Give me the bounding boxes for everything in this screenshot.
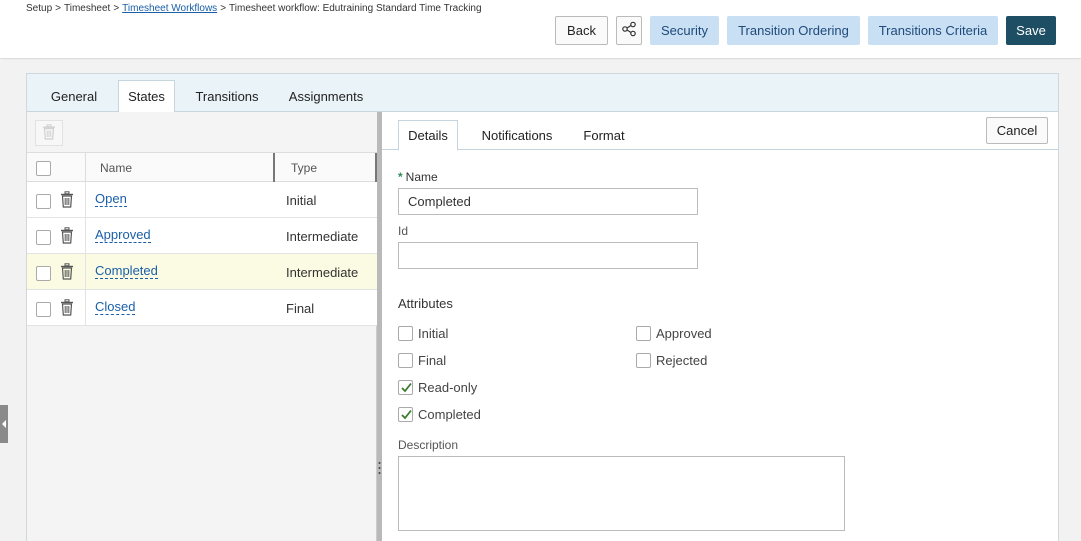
attribute-initial[interactable]: Initial: [398, 326, 448, 341]
row-checkbox[interactable]: [36, 230, 51, 245]
attributes-heading: Attributes: [398, 296, 453, 311]
name-label-text: Name: [405, 170, 438, 184]
back-button[interactable]: Back: [555, 16, 608, 45]
attribute-read-only[interactable]: Read-only: [398, 380, 477, 395]
row-checkbox[interactable]: [36, 302, 51, 317]
delete-selected-button[interactable]: [35, 120, 63, 146]
top-bar: Setup > Timesheet > Timesheet Workflows > Time…: [0, 0, 1081, 59]
breadcrumb-separator: >: [55, 3, 61, 14]
state-details-pane: Details Notifications Format Cancel * Nam…: [382, 112, 1058, 541]
state-name-link[interactable]: Open: [95, 191, 127, 207]
tab-details[interactable]: Details: [398, 120, 458, 151]
column-resize-handle[interactable]: [273, 153, 275, 182]
table-row[interactable]: Open Initial: [27, 182, 377, 218]
tab-format[interactable]: Format: [576, 120, 632, 150]
column-divider: [85, 290, 86, 325]
trash-icon[interactable]: [60, 299, 74, 319]
rejected-checkbox[interactable]: [636, 353, 651, 368]
id-field[interactable]: [398, 242, 698, 269]
column-header-type[interactable]: Type: [291, 161, 317, 175]
required-marker: *: [398, 170, 403, 184]
table-row-selected[interactable]: Completed Intermediate: [27, 254, 377, 290]
workflow-panel: General States Transitions Assignments N…: [26, 73, 1059, 541]
tab-states[interactable]: States: [118, 80, 175, 113]
breadcrumb: Setup > Timesheet > Timesheet Workflows > Time…: [26, 3, 482, 14]
breadcrumb-separator: >: [220, 3, 227, 14]
state-type: Intermediate: [286, 265, 359, 280]
completed-label: Completed: [418, 407, 481, 422]
trash-icon: [42, 123, 56, 143]
main-tabs: General States Transitions Assignments: [27, 74, 1058, 113]
security-button[interactable]: Security: [650, 16, 719, 45]
share-icon: [621, 21, 637, 40]
states-list-pane: Name Type Open Initial Approved Intermed…: [27, 112, 377, 541]
final-checkbox[interactable]: [398, 353, 413, 368]
rejected-label: Rejected: [656, 353, 708, 368]
state-type: Initial: [286, 193, 317, 208]
table-row[interactable]: Closed Final: [27, 290, 377, 326]
description-textarea[interactable]: [398, 456, 845, 531]
completed-checkbox[interactable]: [398, 407, 413, 422]
states-grid: Name Type Open Initial Approved Intermed…: [27, 152, 377, 326]
column-divider: [85, 218, 86, 253]
approved-checkbox[interactable]: [636, 326, 651, 341]
state-type: Final: [286, 301, 315, 316]
attribute-approved[interactable]: Approved: [636, 326, 712, 341]
breadcrumb-current: Timesheet workflow: Edutraining Standard…: [229, 3, 482, 14]
breadcrumb-setup[interactable]: Setup: [26, 3, 52, 14]
breadcrumb-timesheet[interactable]: Timesheet: [64, 3, 110, 14]
collapse-sidebar-handle[interactable]: [0, 405, 8, 443]
final-label: Final: [418, 353, 447, 368]
collapse-arrow-icon: [2, 420, 6, 428]
save-button[interactable]: Save: [1006, 16, 1056, 45]
detail-tabs: Details Notifications Format Cancel: [382, 112, 1058, 151]
description-label: Description: [398, 438, 459, 452]
checkmark-icon: [401, 409, 412, 420]
read-only-checkbox[interactable]: [398, 380, 413, 395]
trash-icon[interactable]: [60, 263, 74, 283]
attribute-completed[interactable]: Completed: [398, 407, 481, 422]
trash-icon[interactable]: [60, 191, 74, 211]
select-all-checkbox[interactable]: [36, 161, 51, 176]
transition-ordering-button[interactable]: Transition Ordering: [727, 16, 860, 45]
share-button[interactable]: [616, 16, 642, 45]
checkmark-icon: [401, 382, 412, 393]
breadcrumb-separator: >: [113, 3, 120, 14]
tab-general[interactable]: General: [41, 80, 107, 112]
splitter-grip-icon[interactable]: [378, 461, 381, 475]
attribute-final[interactable]: Final: [398, 353, 446, 368]
attribute-rejected[interactable]: Rejected: [636, 353, 707, 368]
id-label: Id: [398, 224, 409, 238]
row-checkbox[interactable]: [36, 194, 51, 209]
read-only-label: Read-only: [418, 380, 478, 395]
cancel-button[interactable]: Cancel: [986, 117, 1048, 144]
trash-icon[interactable]: [60, 227, 74, 247]
grid-header: Name Type: [27, 152, 377, 182]
states-toolbar: [27, 112, 377, 152]
transitions-criteria-button[interactable]: Transitions Criteria: [868, 16, 998, 45]
name-field[interactable]: Completed: [398, 188, 698, 215]
name-label: * Name: [398, 170, 438, 184]
approved-label: Approved: [656, 326, 712, 341]
state-name-link[interactable]: Completed: [95, 263, 158, 279]
tab-assignments[interactable]: Assignments: [281, 80, 371, 112]
tab-notifications[interactable]: Notifications: [472, 120, 562, 150]
initial-label: Initial: [418, 326, 449, 341]
column-divider: [85, 182, 86, 217]
state-name-link[interactable]: Approved: [95, 227, 151, 243]
state-name-link[interactable]: Closed: [95, 299, 136, 315]
column-header-name[interactable]: Name: [100, 161, 132, 175]
row-checkbox[interactable]: [36, 266, 51, 281]
breadcrumb-timesheet-workflows[interactable]: Timesheet Workflows: [122, 3, 217, 14]
tab-transitions[interactable]: Transitions: [187, 80, 267, 112]
table-row[interactable]: Approved Intermediate: [27, 218, 377, 254]
column-divider: [85, 254, 86, 289]
initial-checkbox[interactable]: [398, 326, 413, 341]
state-type: Intermediate: [286, 229, 359, 244]
column-divider: [85, 153, 86, 182]
